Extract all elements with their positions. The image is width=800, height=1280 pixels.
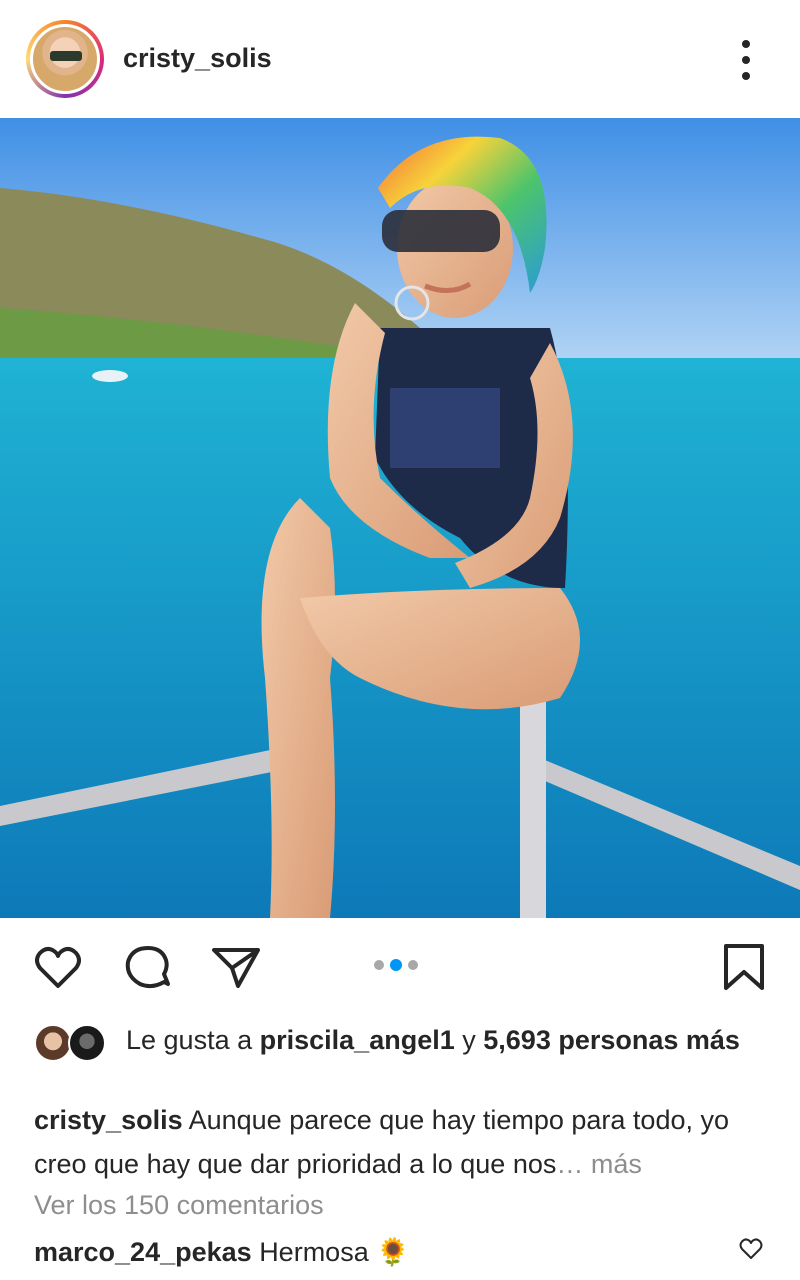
caption-ellipsis: … <box>556 1149 584 1179</box>
likes-count[interactable]: 5,693 personas más <box>483 1025 740 1055</box>
profile-avatar[interactable] <box>26 20 104 98</box>
comment-row: marco_24_pekas Hermosa 🌻 <box>34 1236 410 1268</box>
comment-username[interactable]: marco_24_pekas <box>34 1237 252 1267</box>
comment-icon[interactable] <box>122 942 174 994</box>
send-icon[interactable] <box>210 942 262 994</box>
comment-like-heart-icon[interactable] <box>738 1236 764 1262</box>
carousel-dot <box>408 960 418 970</box>
likes-text: Le gusta a priscila_angel1 y 5,693 perso… <box>126 1022 776 1058</box>
post-header: cristy_solis <box>0 0 800 118</box>
more-options-icon[interactable] <box>734 40 758 80</box>
carousel-dot <box>374 960 384 970</box>
sunflower-emoji: 🌻 <box>376 1237 410 1267</box>
carousel-dot-active <box>390 959 402 971</box>
likes-connector: y <box>462 1025 476 1055</box>
liker-username[interactable]: priscila_angel1 <box>260 1025 455 1055</box>
liker-avatar <box>68 1024 106 1062</box>
caption-username[interactable]: cristy_solis <box>34 1105 183 1135</box>
post-photo[interactable] <box>0 118 800 918</box>
view-comments-link[interactable]: Ver los 150 comentarios <box>34 1190 324 1221</box>
comment-text: Hermosa <box>259 1237 369 1267</box>
likes-prefix: Le gusta a <box>126 1025 253 1055</box>
bookmark-icon[interactable] <box>718 942 770 994</box>
post-username[interactable]: cristy_solis <box>123 43 272 74</box>
post-caption: cristy_solis Aunque parece que hay tiemp… <box>34 1098 774 1186</box>
carousel-indicator <box>374 959 418 971</box>
avatar-image <box>30 24 100 94</box>
heart-icon[interactable] <box>32 942 84 994</box>
photo-illustration <box>0 118 800 918</box>
caption-more-link[interactable]: más <box>591 1149 642 1179</box>
avatar-glasses <box>50 51 82 61</box>
liker-avatar <box>34 1024 72 1062</box>
